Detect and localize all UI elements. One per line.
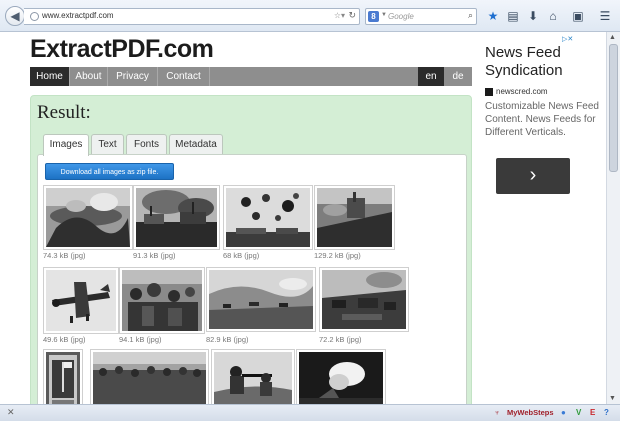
screenshot-icon[interactable]: ▣ (570, 8, 586, 24)
image-caption: 82.9 kB (jpg) (206, 335, 249, 344)
lang-de[interactable]: de (444, 67, 472, 86)
mywebsteps-icon[interactable]: ♆ (494, 408, 500, 417)
ad-source[interactable]: newscred.com (496, 87, 548, 96)
search-bar[interactable]: 8 ▼ Google ⌕ (365, 8, 477, 25)
flak-bursts-icon[interactable] (223, 185, 313, 250)
google-icon[interactable]: 8 (368, 11, 379, 22)
flag-raising-stamp-icon[interactable] (43, 349, 83, 404)
ship-deck-icon[interactable] (314, 185, 395, 250)
newscred-logo-icon (485, 88, 493, 96)
aerial-harbor-smoke-icon[interactable] (43, 185, 133, 250)
globe-icon (30, 12, 39, 21)
image-caption: 129.2 kB (jpg) (314, 251, 361, 260)
result-panel: Result: Images Text Fonts Metadata Downl… (30, 95, 472, 404)
lang-en[interactable]: en (418, 67, 444, 86)
v-icon[interactable]: V (576, 408, 581, 417)
dropdown-icon[interactable]: ☆▾ (334, 11, 345, 20)
reading-list-icon[interactable]: ▤ (505, 8, 521, 24)
site-logo[interactable]: ExtractPDF.com (30, 35, 214, 64)
ad-title[interactable]: News Feed Syndication (485, 44, 595, 80)
scroll-thumb[interactable] (609, 44, 618, 172)
scroll-down-icon[interactable]: ▼ (609, 395, 616, 402)
tab-images[interactable]: Images (43, 134, 89, 156)
ships-burning-icon[interactable] (133, 185, 220, 250)
image-caption: 74.3 kB (jpg) (43, 251, 86, 260)
search-engine-dropdown-icon[interactable]: ▼ (381, 12, 387, 18)
back-icon[interactable]: ◀ (5, 6, 25, 26)
fighter-plane-icon[interactable] (43, 267, 119, 334)
nav-privacy[interactable]: Privacy (108, 67, 158, 86)
home-icon[interactable]: ⌂ (545, 8, 561, 24)
explosion-night-icon[interactable] (296, 349, 386, 404)
battlefield-icon[interactable] (319, 267, 409, 332)
mywebsteps-label[interactable]: MyWebSteps (507, 408, 554, 417)
image-caption: 68 kB (jpg) (223, 251, 260, 260)
status-bar: ✕ ♆ MyWebSteps ● V E ? (0, 404, 620, 421)
nav-about[interactable]: About (70, 67, 108, 86)
nav-contact[interactable]: Contact (158, 67, 210, 86)
url-text: www.extractpdf.com (42, 11, 114, 20)
close-icon[interactable]: ✕ (7, 407, 15, 418)
reload-icon[interactable]: ↻ (348, 10, 356, 21)
e-icon[interactable]: E (590, 408, 595, 417)
url-bar[interactable]: www.extractpdf.com ☆▾ ↻ (24, 8, 360, 25)
main-nav: Home About Privacy Contact en de (30, 67, 472, 86)
crowd-panorama-icon[interactable] (90, 349, 209, 404)
nav-home[interactable]: Home (30, 67, 70, 86)
images-tab-body: Download all images as zip file. 74.3 kB… (37, 154, 467, 404)
bookmark-star-icon[interactable]: ★ (485, 8, 501, 24)
vertical-scrollbar[interactable]: ▲ ▼ (606, 32, 620, 404)
download-zip-button[interactable]: Download all images as zip file. (45, 163, 174, 180)
soldiers-firing-icon[interactable] (211, 349, 295, 404)
page-viewport: ExtractPDF.com Home About Privacy Contac… (0, 32, 606, 404)
status-dot-icon[interactable]: ● (561, 408, 566, 417)
search-icon[interactable]: ⌕ (468, 10, 473, 21)
menu-icon[interactable]: ☰ (597, 8, 613, 24)
browser-toolbar: ◀ www.extractpdf.com ☆▾ ↻ 8 ▼ Google ⌕ ★… (0, 0, 620, 32)
landing-beach-icon[interactable] (206, 267, 316, 332)
download-icon[interactable]: ⬇ (525, 8, 541, 24)
ad-cta-button[interactable]: › (496, 158, 570, 194)
scroll-up-icon[interactable]: ▲ (609, 34, 616, 41)
ad-body: Customizable News Feed Content. News Fee… (485, 101, 599, 138)
tab-text[interactable]: Text (91, 134, 124, 155)
tab-fonts[interactable]: Fonts (126, 134, 167, 155)
image-caption: 72.2 kB (jpg) (319, 335, 362, 344)
image-caption: 91.3 kB (jpg) (133, 251, 176, 260)
image-caption: 49.6 kB (jpg) (43, 335, 86, 344)
search-placeholder[interactable]: Google (388, 12, 414, 21)
troops-crowd-icon[interactable] (119, 267, 205, 334)
tab-metadata[interactable]: Metadata (169, 134, 223, 155)
help-icon[interactable]: ? (604, 408, 609, 417)
result-title: Result: (37, 102, 91, 123)
image-caption: 94.1 kB (jpg) (119, 335, 162, 344)
